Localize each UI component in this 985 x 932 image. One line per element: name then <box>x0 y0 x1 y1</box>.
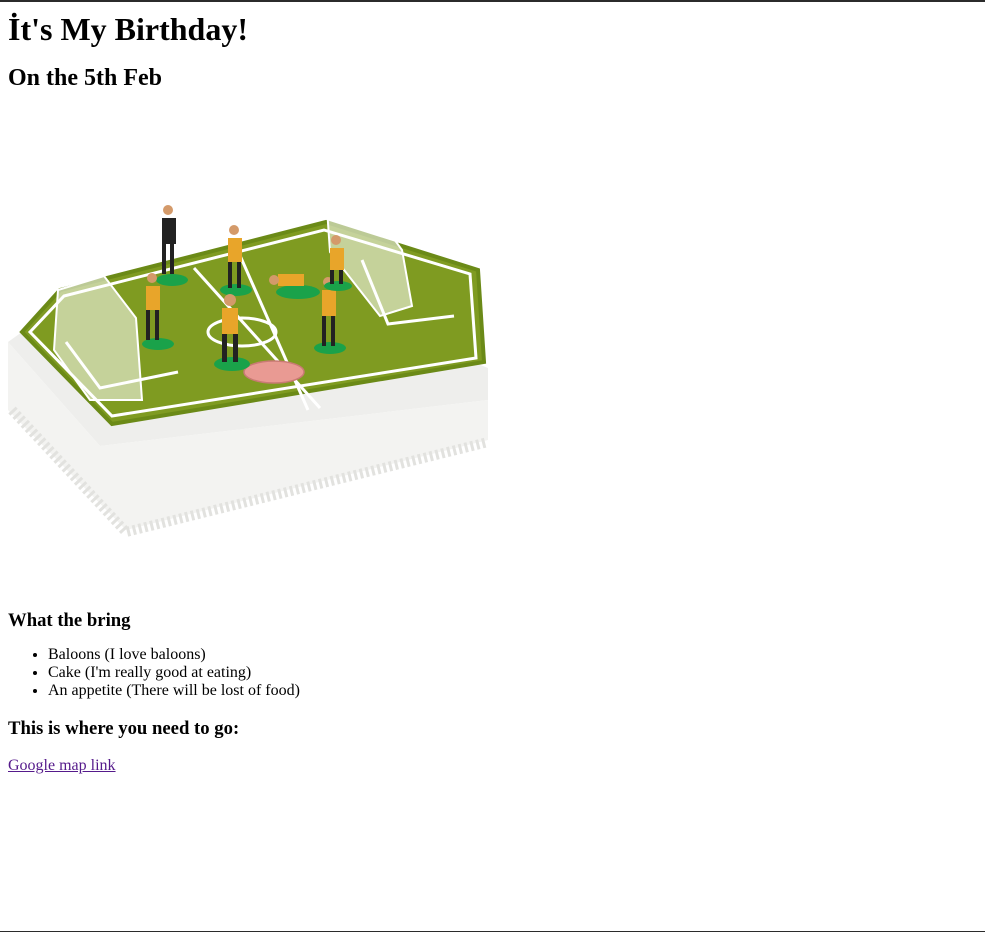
list-item: Baloons (I love baloons) <box>48 646 977 664</box>
bring-heading: What the bring <box>8 610 131 631</box>
date-heading: On the 5th Feb <box>8 65 163 91</box>
soccer-cake-image <box>8 110 488 538</box>
list-item: Cake (I'm really good at eating) <box>48 664 977 682</box>
bring-list: Baloons (I love baloons) Cake (I'm reall… <box>8 646 977 700</box>
page-content: İt's My Birthday! On the 5th Feb What th… <box>0 11 985 775</box>
location-heading: This is where you need to go: <box>8 718 240 739</box>
page-title: İt's My Birthday! <box>8 11 248 47</box>
map-link-paragraph: Google map link <box>8 757 977 775</box>
google-map-link[interactable]: Google map link <box>8 757 116 774</box>
list-item: An appetite (There will be lost of food) <box>48 682 977 700</box>
ball-disc <box>243 360 305 384</box>
